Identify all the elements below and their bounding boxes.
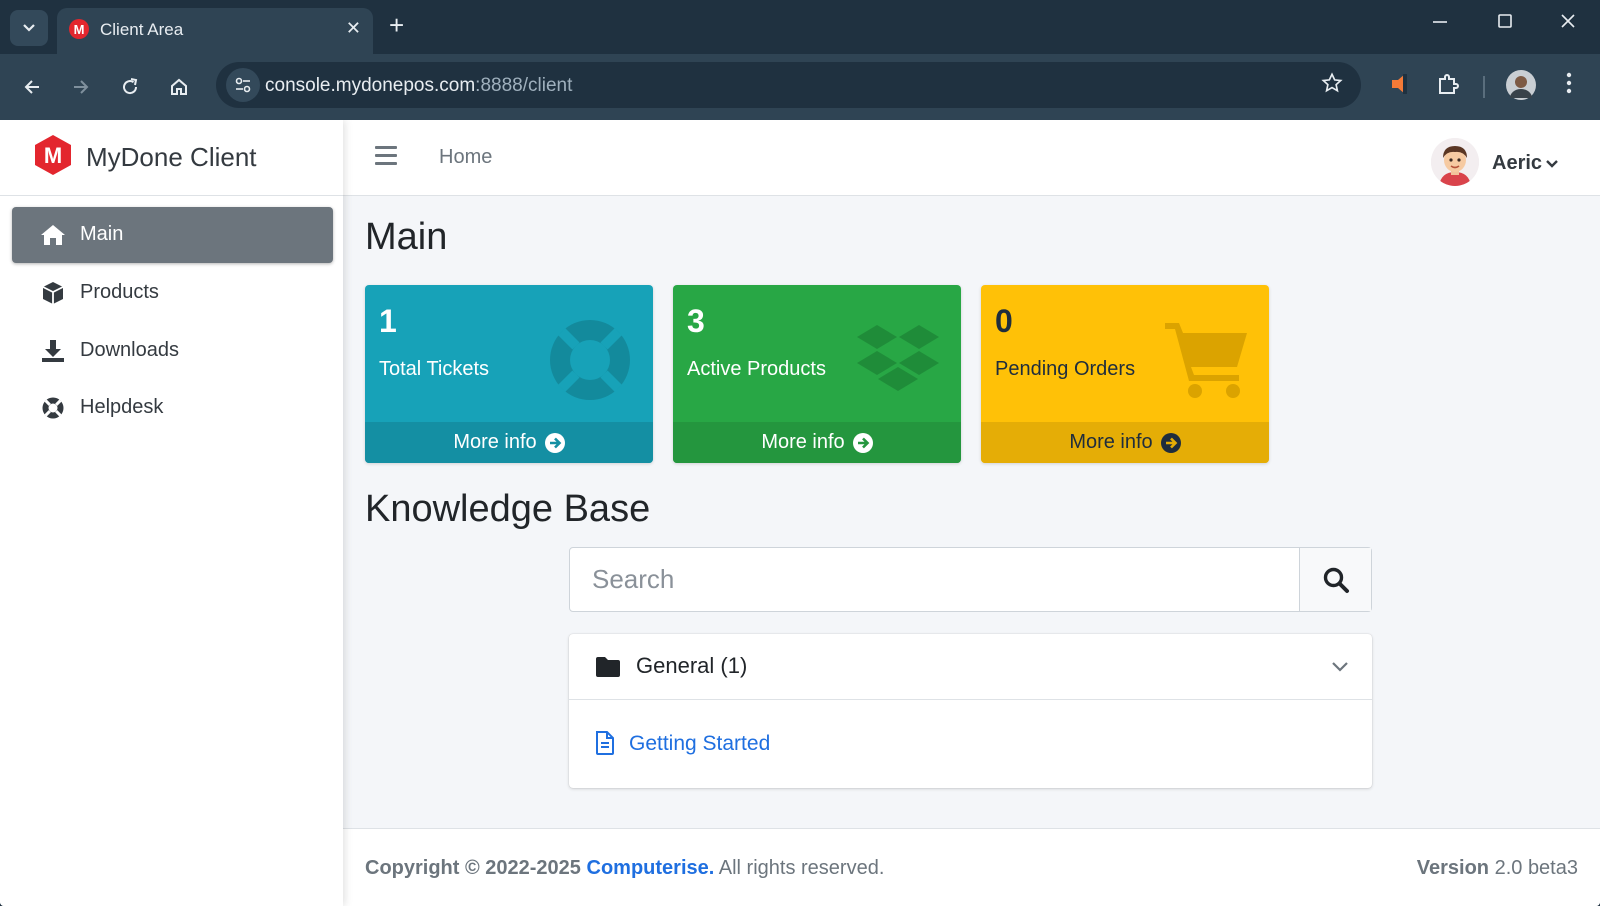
arrow-left-icon xyxy=(24,80,39,94)
menu-toggle-icon[interactable] xyxy=(375,146,397,166)
version-text: Version 2.0 beta3 xyxy=(1416,857,1578,879)
file-text-icon xyxy=(596,731,614,755)
dropbox-icon xyxy=(857,325,939,391)
home-outline-icon xyxy=(171,78,187,95)
download-icon xyxy=(40,338,66,364)
box-value: 1 xyxy=(379,303,397,339)
chevron-down-icon xyxy=(23,24,35,32)
kb-search-button[interactable] xyxy=(1299,548,1371,611)
chevron-down-icon[interactable] xyxy=(1330,660,1350,674)
sidebar-item-label: Downloads xyxy=(80,339,179,361)
orders-more-info-link[interactable]: More info xyxy=(981,422,1269,463)
kb-category-card: General (1) Getting Started xyxy=(569,634,1372,788)
home-nav-link[interactable]: Home xyxy=(439,146,492,169)
svg-text:M: M xyxy=(44,143,62,168)
box-value: 3 xyxy=(687,303,705,339)
arrow-right-icon xyxy=(74,80,89,94)
page-title: Main xyxy=(365,216,448,258)
user-name[interactable]: Aeric xyxy=(1492,152,1542,175)
kb-category-header[interactable]: General (1) xyxy=(569,634,1372,700)
kb-search-group xyxy=(569,547,1372,612)
url-text: console.mydonepos.com:8888/client xyxy=(265,75,573,96)
toolbar-divider xyxy=(1483,76,1485,98)
browser-tab[interactable]: M Client Area ✕ xyxy=(57,8,373,54)
tab-search-button[interactable] xyxy=(10,10,48,46)
tab-strip: M Client Area ✕ + xyxy=(0,0,1600,54)
lifebuoy-icon xyxy=(40,395,66,421)
sidebar-item-label: Products xyxy=(80,281,159,303)
kb-article-link[interactable]: Getting Started xyxy=(629,732,770,756)
sidebar-item-products[interactable]: Products xyxy=(12,265,333,321)
company-link[interactable]: Computerise. xyxy=(587,857,715,879)
sidebar-item-main[interactable]: Main xyxy=(12,207,333,263)
reload-icon xyxy=(123,78,138,95)
home-button[interactable] xyxy=(164,72,194,102)
tickets-more-info-link[interactable]: More info xyxy=(365,422,653,463)
search-icon xyxy=(1323,567,1349,593)
lifebuoy-icon xyxy=(550,320,630,400)
cart-icon xyxy=(1165,323,1247,398)
more-info-label: More info xyxy=(761,431,845,453)
arrow-circle-right-icon xyxy=(852,432,873,453)
kb-search-input[interactable] xyxy=(570,548,1299,611)
box-icon xyxy=(40,280,66,306)
sidebar-item-label: Main xyxy=(80,223,124,245)
extension-speaker-icon[interactable] xyxy=(1389,72,1411,101)
active-products-box: 3 Active Products More info xyxy=(673,285,961,463)
sidebar-item-label: Helpdesk xyxy=(80,396,164,418)
kb-category-title: General (1) xyxy=(636,653,748,678)
browser-toolbar: console.mydonepos.com:8888/client xyxy=(0,54,1600,120)
folder-icon xyxy=(596,657,620,677)
brand-logo-icon: M xyxy=(35,135,71,175)
products-more-info-link[interactable]: More info xyxy=(673,422,961,463)
new-tab-button[interactable]: + xyxy=(389,12,404,38)
sidebar-item-helpdesk[interactable]: Helpdesk xyxy=(12,380,333,436)
minimize-icon xyxy=(1433,21,1447,23)
maximize-icon xyxy=(1498,14,1512,28)
browser-chrome: M Client Area ✕ + console.mydonepos.com:… xyxy=(0,0,1600,120)
user-avatar[interactable] xyxy=(1431,138,1479,186)
box-label: Pending Orders xyxy=(995,358,1136,380)
sidebar-item-downloads[interactable]: Downloads xyxy=(12,323,333,379)
box-label: Active Products xyxy=(687,358,826,380)
knowledge-base-title: Knowledge Base xyxy=(365,488,651,530)
more-info-label: More info xyxy=(453,431,537,453)
reload-button[interactable] xyxy=(115,72,145,102)
browser-menu-icon[interactable] xyxy=(1566,72,1572,99)
address-bar[interactable]: console.mydonepos.com:8888/client xyxy=(216,62,1361,108)
sidebar: M MyDone Client Main Products Downloads xyxy=(0,120,343,906)
copyright-text: Copyright © 2022-2025 Computerise. All r… xyxy=(365,857,885,879)
box-value: 0 xyxy=(995,303,1013,339)
brand-text: MyDone Client xyxy=(86,142,257,172)
box-label: Total Tickets xyxy=(379,358,490,380)
brand-link[interactable]: M MyDone Client xyxy=(0,120,343,196)
arrow-circle-right-icon xyxy=(544,432,565,453)
chevron-down-icon[interactable] xyxy=(1545,156,1559,174)
back-button[interactable] xyxy=(17,72,47,102)
top-navbar: Home Aeric xyxy=(343,120,1600,196)
favicon-icon: M xyxy=(69,19,89,39)
site-info-button[interactable] xyxy=(226,68,260,102)
more-info-label: More info xyxy=(1069,431,1153,453)
bookmark-star-icon[interactable] xyxy=(1321,72,1343,99)
pending-orders-box: 0 Pending Orders More info xyxy=(981,285,1269,463)
arrow-circle-right-icon xyxy=(1160,432,1181,453)
web-page: M MyDone Client Main Products Downloads xyxy=(0,120,1600,906)
forward-button[interactable] xyxy=(66,72,96,102)
page-footer: Copyright © 2022-2025 Computerise. All r… xyxy=(343,828,1600,906)
tab-title: Client Area xyxy=(100,20,184,39)
close-icon xyxy=(1561,14,1575,28)
total-tickets-box: 1 Total Tickets More info xyxy=(365,285,653,463)
home-icon xyxy=(40,222,66,248)
profile-avatar[interactable] xyxy=(1506,70,1536,105)
tune-icon xyxy=(235,77,251,93)
maximize-button[interactable] xyxy=(1497,12,1513,35)
close-window-button[interactable] xyxy=(1560,12,1576,35)
content-wrapper: Home Aeric Main 1 Total Tickets More inf… xyxy=(343,120,1600,906)
minimize-button[interactable] xyxy=(1432,12,1448,35)
extensions-puzzle-icon[interactable] xyxy=(1436,72,1460,101)
tab-close-icon[interactable]: ✕ xyxy=(346,18,361,39)
